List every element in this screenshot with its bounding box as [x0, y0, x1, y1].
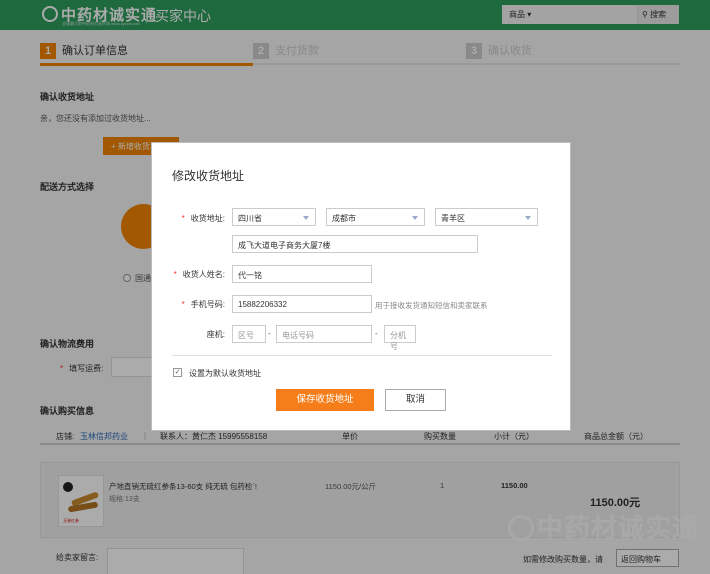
edit-address-dialog: 修改收货地址 * 收货地址: 四川省 成都市 青羊区 成飞大道电子商务大厦7楼 *… [151, 142, 571, 431]
city-select[interactable]: 成都市 [326, 208, 425, 226]
chevron-down-icon [412, 216, 418, 220]
extension-input[interactable]: 分机号 [384, 325, 416, 351]
receiver-name-label: * 收货人姓名: [173, 270, 225, 279]
check-icon: ✓ [174, 369, 181, 376]
area-code-input[interactable]: 区号 [232, 325, 266, 343]
default-address-checkbox[interactable]: ✓ [173, 368, 182, 377]
dialog-divider [172, 355, 552, 356]
mobile-hint: 用于接收发货通知短信和卖家联系 [375, 301, 488, 310]
save-address-button[interactable]: 保存收货地址 [276, 389, 374, 411]
default-address-label: 设置为默认收货地址 [189, 369, 261, 378]
street-address-input[interactable]: 成飞大道电子商务大厦7楼 [232, 235, 478, 253]
cancel-button[interactable]: 取消 [385, 389, 446, 411]
address-label: * 收货地址: [181, 214, 225, 223]
dialog-title: 修改收货地址 [172, 169, 245, 183]
mobile-input[interactable]: 15882206332 [232, 295, 372, 313]
phone-number-input[interactable]: 电话号码 [276, 325, 372, 343]
district-select[interactable]: 青羊区 [435, 208, 538, 226]
chevron-down-icon [525, 216, 531, 220]
receiver-name-input[interactable]: 代一铭 [232, 265, 372, 283]
landline-label: 座机: [206, 330, 225, 339]
province-select[interactable]: 四川省 [232, 208, 316, 226]
mobile-label: * 手机号码: [181, 300, 225, 309]
chevron-down-icon [303, 216, 309, 220]
